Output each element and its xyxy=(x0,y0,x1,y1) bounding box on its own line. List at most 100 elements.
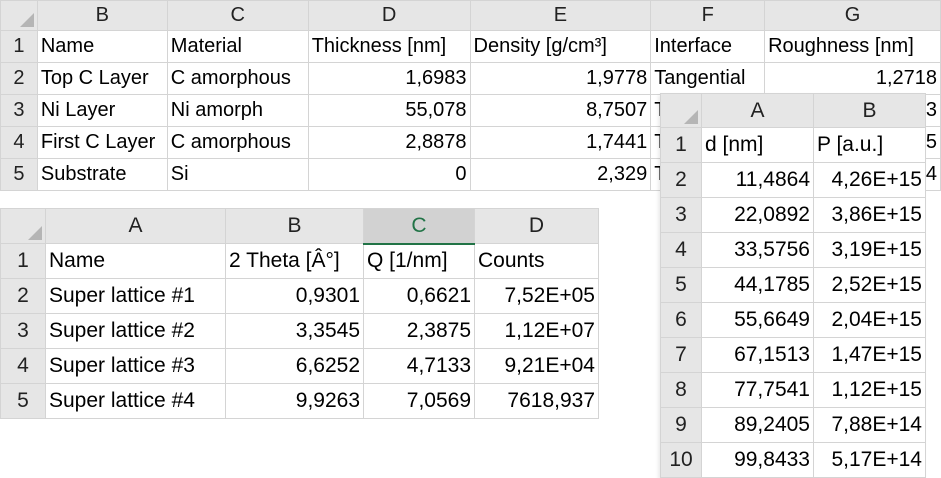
select-all-corner[interactable] xyxy=(0,208,46,244)
column-header[interactable]: A xyxy=(45,208,226,244)
cell[interactable]: 9,9263 xyxy=(225,383,364,419)
cell[interactable]: P [a.u.] xyxy=(813,127,926,163)
cell[interactable]: Name xyxy=(45,243,226,279)
cell[interactable]: Tangential xyxy=(650,62,766,95)
cell[interactable]: Interface xyxy=(650,30,766,63)
cell[interactable]: Material xyxy=(166,30,309,63)
cell[interactable]: Thickness [nm] xyxy=(307,30,471,63)
column-header[interactable]: D xyxy=(307,0,471,31)
cell[interactable]: Si xyxy=(166,158,309,191)
row-header[interactable]: 4 xyxy=(660,232,702,268)
select-all-corner[interactable] xyxy=(0,0,38,31)
cell[interactable]: Super lattice #4 xyxy=(45,383,226,419)
row-header[interactable]: 1 xyxy=(660,127,702,163)
cell[interactable]: 1,2718 xyxy=(764,62,941,95)
cell[interactable]: 55,6649 xyxy=(701,302,814,338)
cell[interactable]: 44,1785 xyxy=(701,267,814,303)
table-row: 3 22,0892 3,86E+15 xyxy=(660,197,926,233)
cell[interactable]: 1,7441 xyxy=(469,126,652,159)
cell[interactable]: Super lattice #2 xyxy=(45,313,226,349)
cell[interactable]: 3,3545 xyxy=(225,313,364,349)
column-header[interactable]: D xyxy=(474,208,599,244)
row-header[interactable]: 9 xyxy=(660,407,702,443)
cell[interactable]: 2,3875 xyxy=(363,313,475,349)
cell[interactable]: Substrate xyxy=(36,158,168,191)
cell[interactable]: 2,8878 xyxy=(307,126,471,159)
cell[interactable]: 4,26E+15 xyxy=(813,162,926,198)
cell[interactable]: 77,7541 xyxy=(701,372,814,408)
column-header[interactable]: C xyxy=(166,0,309,31)
cell[interactable]: 99,8433 xyxy=(701,442,814,478)
column-header[interactable]: G xyxy=(764,0,941,31)
cell[interactable]: 0,6621 xyxy=(363,278,475,314)
select-all-corner[interactable] xyxy=(660,93,702,128)
cell[interactable]: 8,7507 xyxy=(469,94,652,127)
cell[interactable]: 1,47E+15 xyxy=(813,337,926,373)
row-header[interactable]: 8 xyxy=(660,372,702,408)
cell[interactable]: 6,6252 xyxy=(225,348,364,384)
cell[interactable]: 22,0892 xyxy=(701,197,814,233)
row-header[interactable]: 6 xyxy=(660,302,702,338)
row-header[interactable]: 2 xyxy=(0,278,46,314)
row-header[interactable]: 7 xyxy=(660,337,702,373)
cell[interactable]: 89,2405 xyxy=(701,407,814,443)
row-header[interactable]: 3 xyxy=(0,313,46,349)
row-header[interactable]: 1 xyxy=(0,30,38,63)
cell[interactable]: d [nm] xyxy=(701,127,814,163)
column-header-selected[interactable]: C xyxy=(363,208,475,245)
row-header[interactable]: 5 xyxy=(0,158,38,191)
cell[interactable]: C amorphous xyxy=(166,126,309,159)
cell[interactable]: Top C Layer xyxy=(36,62,168,95)
cell[interactable]: 1,9778 xyxy=(469,62,652,95)
cell[interactable]: 2,52E+15 xyxy=(813,267,926,303)
row-header[interactable]: 3 xyxy=(0,94,38,127)
row-header[interactable]: 3 xyxy=(660,197,702,233)
cell[interactable]: 2 Theta [Â°] xyxy=(225,243,364,279)
cell[interactable]: Density [g/cm³] xyxy=(469,30,652,63)
cell[interactable]: Counts xyxy=(474,243,599,279)
row-header[interactable]: 4 xyxy=(0,126,38,159)
cell[interactable]: Ni amorph xyxy=(166,94,309,127)
cell[interactable]: C amorphous xyxy=(166,62,309,95)
cell[interactable]: Ni Layer xyxy=(36,94,168,127)
row-header[interactable]: 4 xyxy=(0,348,46,384)
column-header[interactable]: B xyxy=(225,208,364,244)
cell[interactable]: 7,52E+05 xyxy=(474,278,599,314)
column-header[interactable]: E xyxy=(469,0,652,31)
row-header[interactable]: 5 xyxy=(0,383,46,419)
column-header[interactable]: B xyxy=(813,93,926,128)
cell[interactable]: 55,078 xyxy=(307,94,471,127)
row-header[interactable]: 2 xyxy=(0,62,38,95)
cell[interactable]: 7618,937 xyxy=(474,383,599,419)
cell[interactable]: 7,88E+14 xyxy=(813,407,926,443)
cell[interactable]: 1,12E+15 xyxy=(813,372,926,408)
cell[interactable]: 2,04E+15 xyxy=(813,302,926,338)
cell[interactable]: 5,17E+14 xyxy=(813,442,926,478)
row-header[interactable]: 2 xyxy=(660,162,702,198)
cell[interactable]: 7,0569 xyxy=(363,383,475,419)
cell[interactable]: Q [1/nm] xyxy=(363,243,475,279)
cell[interactable]: 1,6983 xyxy=(307,62,471,95)
cell[interactable]: First C Layer xyxy=(36,126,168,159)
cell[interactable]: 3,19E+15 xyxy=(813,232,926,268)
row-header[interactable]: 5 xyxy=(660,267,702,303)
cell[interactable]: 4,7133 xyxy=(363,348,475,384)
cell[interactable]: Roughness [nm] xyxy=(764,30,941,63)
cell[interactable]: 33,5756 xyxy=(701,232,814,268)
cell[interactable]: Name xyxy=(36,30,168,63)
row-header[interactable]: 10 xyxy=(660,442,702,478)
cell[interactable]: 0 xyxy=(307,158,471,191)
cell[interactable]: 3,86E+15 xyxy=(813,197,926,233)
column-header[interactable]: F xyxy=(650,0,766,31)
cell[interactable]: Super lattice #1 xyxy=(45,278,226,314)
cell[interactable]: 2,329 xyxy=(469,158,652,191)
cell[interactable]: 1,12E+07 xyxy=(474,313,599,349)
column-header[interactable]: B xyxy=(36,0,168,31)
cell[interactable]: 9,21E+04 xyxy=(474,348,599,384)
cell[interactable]: 0,9301 xyxy=(225,278,364,314)
cell[interactable]: Super lattice #3 xyxy=(45,348,226,384)
row-header[interactable]: 1 xyxy=(0,243,46,279)
cell[interactable]: 67,1513 xyxy=(701,337,814,373)
cell[interactable]: 11,4864 xyxy=(701,162,814,198)
column-header[interactable]: A xyxy=(701,93,814,128)
